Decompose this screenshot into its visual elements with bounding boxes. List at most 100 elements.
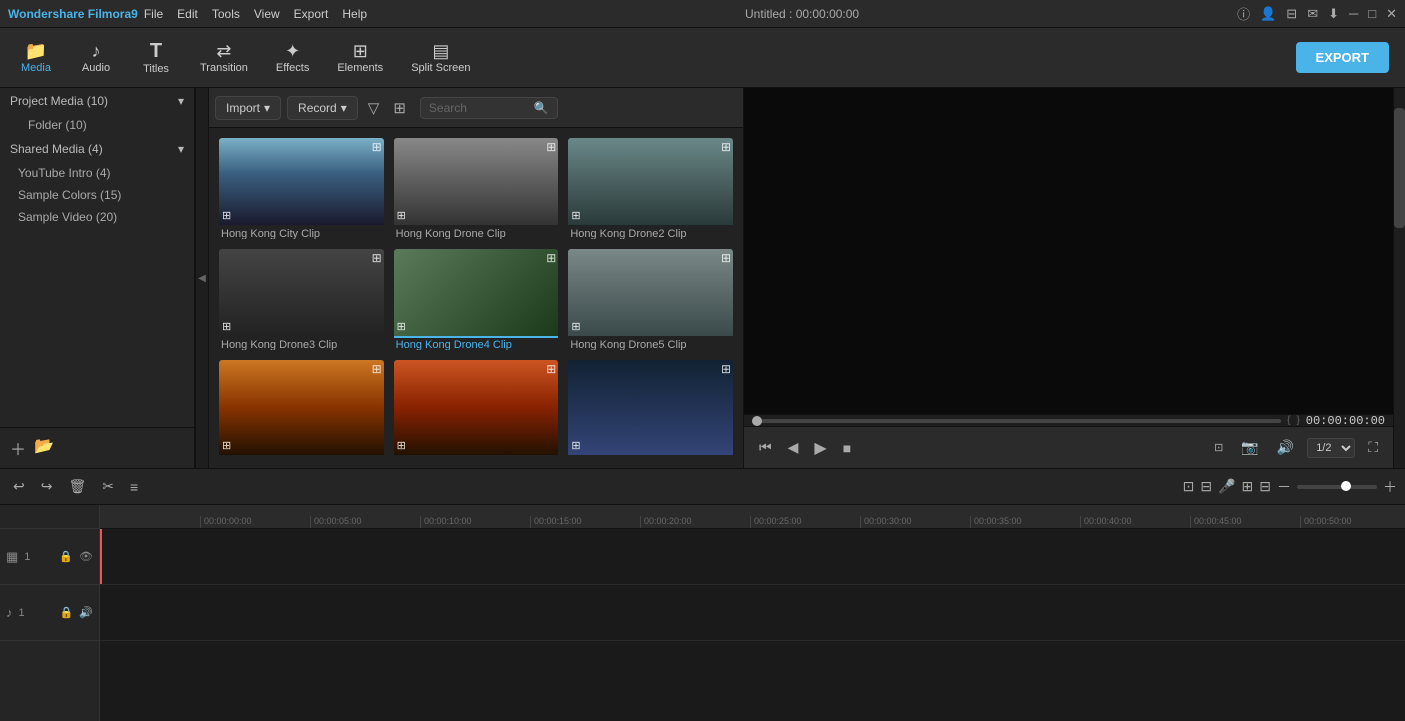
sample-video-item[interactable]: Sample Video (20) (0, 206, 194, 228)
zoom-out-button[interactable]: － (1277, 477, 1291, 497)
media-card-7[interactable]: ⊞ ⊞ (219, 360, 384, 458)
sample-colors-item[interactable]: Sample Colors (15) (0, 184, 194, 206)
thumb-grid-icon-6: ⊞ (721, 251, 731, 265)
layout-icon[interactable]: ⊟ (1286, 6, 1297, 22)
media-card-6[interactable]: ⊞ ⊞ Hong Kong Drone5 Clip (568, 249, 733, 350)
audio-track-lock[interactable]: 🔒 (60, 606, 74, 619)
cut-button[interactable]: ✂ (97, 475, 119, 498)
toolbar-elements[interactable]: ⊞ Elements (323, 38, 397, 78)
audio-track-row[interactable] (100, 585, 1405, 641)
import-button[interactable]: Import ▾ (215, 96, 281, 120)
menu-file[interactable]: File (144, 7, 163, 21)
new-folder-button[interactable]: 📂 (34, 436, 54, 460)
delete-button[interactable]: 🗑 (63, 475, 91, 498)
step-back-button[interactable]: ⏮ (754, 437, 777, 458)
minimize-button[interactable]: ─ (1349, 6, 1358, 21)
ruler-mark-4: 00:00:20:00 (640, 516, 750, 528)
toolbar-audio[interactable]: ♪ Audio (66, 38, 126, 78)
menu-help[interactable]: Help (342, 7, 367, 21)
stop-button[interactable]: ■ (838, 438, 856, 458)
media-card-3[interactable]: ⊞ ⊞ Hong Kong Drone2 Clip (568, 138, 733, 239)
video-track-lock[interactable]: 🔒 (59, 550, 73, 563)
zoom-slider-thumb[interactable] (1341, 481, 1351, 491)
timeline-tool1[interactable]: ⊡ (1183, 478, 1195, 495)
snapshot-button[interactable]: 📷 (1236, 437, 1263, 458)
fullscreen-button[interactable]: ⛶ (1363, 437, 1383, 458)
record-button[interactable]: Record ▾ (287, 96, 358, 120)
toolbar-effects[interactable]: ✦ Effects (262, 38, 323, 78)
youtube-intro-item[interactable]: YouTube Intro (4) (0, 162, 194, 184)
thumb-add-button-3[interactable]: ⊞ (571, 209, 580, 222)
quality-select[interactable]: 1/2 1/4 Full (1307, 438, 1355, 458)
ruler-mark-5: 00:00:25:00 (750, 516, 860, 528)
media-card-1[interactable]: ⊞ ⊞ Hong Kong City Clip (219, 138, 384, 239)
thumb-add-button-2[interactable]: ⊞ (397, 209, 406, 222)
media-card-9[interactable]: ⊞ ⊞ (568, 360, 733, 458)
undo-button[interactable]: ↩ (8, 475, 30, 498)
zoom-slider[interactable] (1297, 485, 1377, 489)
mail-icon[interactable]: ✉ (1307, 6, 1318, 22)
menu-view[interactable]: View (254, 7, 280, 21)
play-button[interactable]: ▶ (809, 436, 831, 460)
playhead[interactable] (100, 529, 102, 584)
audio-button[interactable]: 🔊 (1272, 437, 1299, 458)
download-icon[interactable]: ⬇ (1328, 6, 1339, 22)
filter-button[interactable]: ▽ (364, 99, 384, 117)
menu-tools[interactable]: Tools (212, 7, 240, 21)
export-button[interactable]: EXPORT (1296, 42, 1389, 73)
close-button[interactable]: ✕ (1386, 6, 1397, 22)
thumb-add-button-9[interactable]: ⊞ (571, 439, 580, 452)
toolbar-split-screen[interactable]: ▤ Split Screen (397, 38, 484, 78)
menu-edit[interactable]: Edit (177, 7, 198, 21)
import-chevron-icon: ▾ (264, 101, 270, 115)
play-back-button[interactable]: ◀ (783, 437, 804, 458)
titlebar-left: Wondershare Filmora9 File Edit Tools Vie… (8, 7, 367, 21)
ruler-mark-6: 00:00:30:00 (860, 516, 970, 528)
video-track-visibility[interactable]: 👁 (79, 550, 93, 563)
add-media-button[interactable]: ＋ (10, 436, 26, 460)
fit-to-window-button[interactable]: ⊡ (1209, 439, 1228, 456)
timeline-tool3[interactable]: 🎤 (1218, 478, 1235, 495)
shared-media-header[interactable]: Shared Media (4) ▾ (0, 136, 194, 162)
zoom-in-button[interactable]: ＋ (1383, 477, 1397, 497)
timeline-tool4[interactable]: ⊞ (1242, 478, 1254, 495)
thumb-add-button-6[interactable]: ⊞ (571, 320, 580, 333)
folder-label: Folder (10) (28, 118, 87, 132)
thumb-add-button-8[interactable]: ⊞ (397, 439, 406, 452)
thumb-add-button-4[interactable]: ⊞ (222, 320, 231, 333)
right-scrollbar[interactable] (1393, 88, 1405, 468)
toolbar-titles[interactable]: T Titles (126, 37, 186, 79)
collapse-panel-button[interactable]: ◀ (195, 88, 209, 468)
redo-button[interactable]: ↪ (36, 475, 58, 498)
media-card-5[interactable]: ⊞ ⊞ Hong Kong Drone4 Clip (394, 249, 559, 350)
thumb-add-button-1[interactable]: ⊞ (222, 209, 231, 222)
info-icon[interactable]: ⓘ (1237, 4, 1250, 23)
project-media-header[interactable]: Project Media (10) ▾ (0, 88, 194, 114)
menu-export[interactable]: Export (294, 7, 329, 21)
search-input[interactable] (429, 101, 529, 115)
progress-track[interactable] (752, 419, 1281, 423)
progress-thumb[interactable] (752, 416, 762, 426)
scrollbar-thumb[interactable] (1394, 108, 1405, 228)
adjust-button[interactable]: ≡ (125, 476, 143, 498)
grid-view-button[interactable]: ⊞ (389, 99, 410, 117)
ruler-mark-3: 00:00:15:00 (530, 516, 640, 528)
split-screen-label: Split Screen (411, 62, 470, 74)
media-card-2[interactable]: ⊞ ⊞ Hong Kong Drone Clip (394, 138, 559, 239)
timeline-content[interactable] (100, 529, 1405, 721)
toolbar-media[interactable]: 📁 Media (6, 38, 66, 78)
media-card-8[interactable]: ⊞ ⊞ (394, 360, 559, 458)
timeline-tool5[interactable]: ⊟ (1259, 478, 1271, 495)
media-label-7 (219, 455, 384, 458)
window-title: Untitled : 00:00:00:00 (745, 7, 859, 21)
folder-item[interactable]: Folder (10) (0, 114, 194, 136)
timeline-tool2[interactable]: ⊟ (1200, 478, 1212, 495)
restore-button[interactable]: □ (1368, 6, 1376, 21)
video-track-row[interactable] (100, 529, 1405, 585)
toolbar-transition[interactable]: ⇄ Transition (186, 38, 262, 78)
audio-track-visibility[interactable]: 🔊 (79, 606, 93, 619)
account-icon[interactable]: 👤 (1260, 6, 1276, 22)
thumb-add-button-5[interactable]: ⊞ (397, 320, 406, 333)
media-card-4[interactable]: ⊞ ⊞ Hong Kong Drone3 Clip (219, 249, 384, 350)
thumb-add-button-7[interactable]: ⊞ (222, 439, 231, 452)
